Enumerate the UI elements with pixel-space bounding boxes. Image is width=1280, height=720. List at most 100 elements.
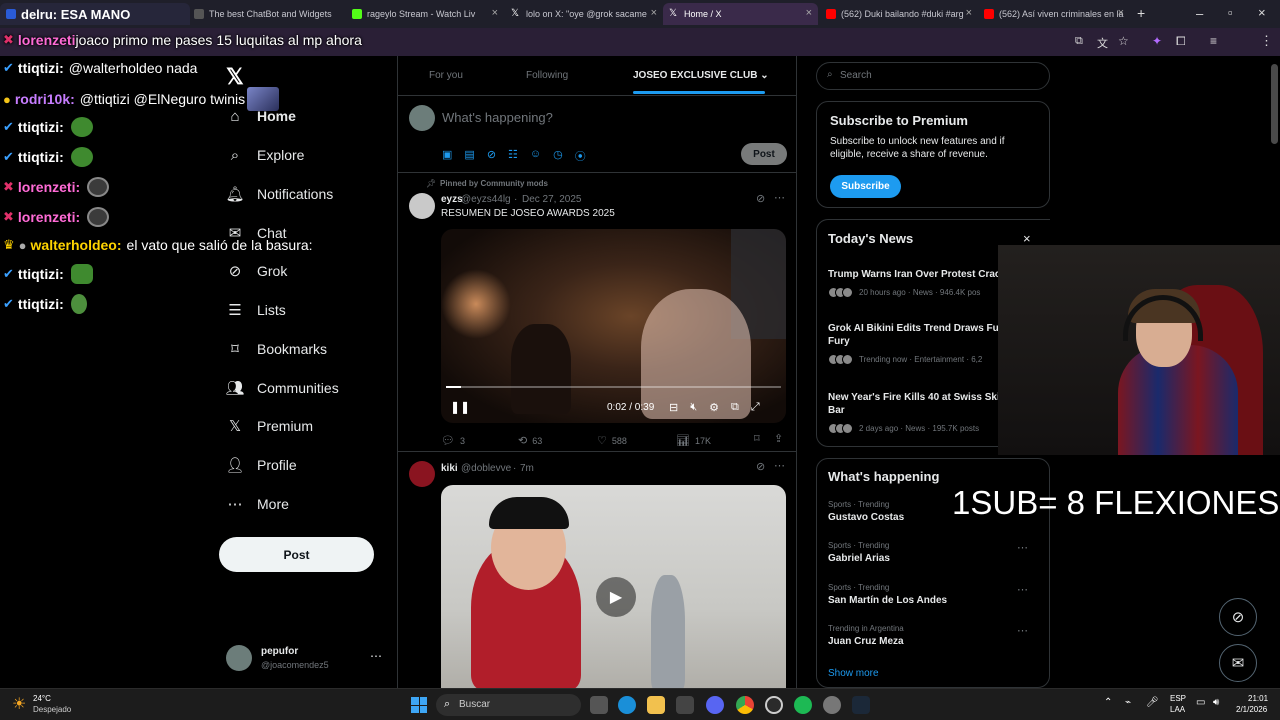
more-icon[interactable]: ⋯	[774, 459, 785, 472]
nav-profile[interactable]: 👤︎ Profile	[225, 450, 296, 480]
tab-for-you[interactable]: For you	[429, 70, 463, 81]
mute-icon[interactable]: 🔇︎	[690, 401, 697, 414]
close-tab-icon[interactable]: ×	[492, 7, 498, 19]
tab-criminales[interactable]: (562) Así viven criminales en la ×	[978, 3, 1130, 25]
close-tab-icon[interactable]: ×	[651, 7, 657, 19]
discord-icon[interactable]	[706, 696, 724, 714]
tab-following[interactable]: Following	[526, 70, 568, 81]
grok-icon[interactable]: ⊘	[756, 460, 765, 473]
captions-icon[interactable]: ⊟	[669, 401, 678, 414]
language-primary[interactable]: ESP	[1170, 694, 1186, 703]
video-progress-track[interactable]	[446, 386, 781, 388]
store-icon[interactable]	[676, 696, 694, 714]
weather-icon[interactable]: ☀	[12, 694, 26, 714]
obs-icon[interactable]	[765, 696, 783, 714]
grok-icon[interactable]: ⊘	[756, 192, 765, 205]
weather-desc[interactable]: Despejado	[33, 705, 71, 714]
chrome-icon[interactable]	[736, 696, 754, 714]
trend-item[interactable]: Sports · Trending San Martín de Los Ande…	[828, 583, 1038, 606]
more-icon[interactable]: ⋯	[1017, 541, 1028, 554]
tweet-pinned[interactable]: 📌︎ Pinned by Community mods eyzs @eyzs44…	[398, 174, 796, 452]
spotify-icon[interactable]	[794, 696, 812, 714]
post-button[interactable]: Post	[219, 537, 374, 572]
windows-start-icon[interactable]	[411, 697, 427, 713]
maximize-icon[interactable]: ▫	[1228, 5, 1233, 20]
nav-communities[interactable]: 👥︎ Communities	[225, 373, 338, 403]
nav-lists[interactable]: ☰ Lists	[226, 295, 286, 325]
tab-joseo-club[interactable]: JOSEO EXCLUSIVE CLUB ⌄	[633, 70, 769, 81]
nav-notifications[interactable]: 🔔︎ Notifications	[225, 179, 333, 209]
more-icon[interactable]: ⋯	[774, 191, 785, 204]
close-tab-icon[interactable]: ×	[806, 7, 812, 19]
settings-icon[interactable]: ⚙	[709, 401, 719, 414]
star-icon[interactable]: ☆	[1118, 34, 1129, 48]
nav-bookmarks[interactable]: ⌑ Bookmarks	[226, 334, 327, 364]
tab-chatbot[interactable]: The best ChatBot and Widgets	[188, 3, 346, 25]
trend-item[interactable]: Sports · Trending Gabriel Arias ⋯	[828, 541, 1038, 564]
close-icon[interactable]: ×	[1023, 231, 1031, 246]
reply-button[interactable]: 💬︎ 3	[441, 434, 465, 447]
tweet-author-name[interactable]: kiki	[441, 463, 458, 474]
clock-time[interactable]: 21:01	[1248, 694, 1268, 703]
nav-grok[interactable]: ⊘ Grok	[226, 256, 288, 286]
network-icon[interactable]: ⌁	[1125, 697, 1131, 708]
mail-icon[interactable]: ✉	[1219, 644, 1257, 682]
location-icon[interactable]: ⦿	[575, 148, 586, 164]
minimize-icon[interactable]: –	[1196, 6, 1203, 21]
search-box[interactable]: ⌕ Search	[816, 62, 1050, 90]
grok-icon[interactable]: ⊘	[1219, 598, 1257, 636]
chevron-up-icon[interactable]: ⌃	[1104, 697, 1112, 708]
close-window-icon[interactable]: ×	[1258, 5, 1266, 20]
close-tab-icon[interactable]: ×	[1118, 7, 1124, 19]
subscribe-button[interactable]: Subscribe	[830, 175, 901, 198]
tweet-date[interactable]: Dec 27, 2025	[522, 194, 582, 205]
tab-home-x[interactable]: 𝕏 Home / X ×	[663, 3, 818, 25]
repost-button[interactable]: ⟲ 63	[518, 434, 542, 447]
more-icon[interactable]: ⋯	[370, 649, 382, 663]
settings-icon[interactable]	[823, 696, 841, 714]
task-view-icon[interactable]	[590, 696, 608, 714]
sidebar-icon[interactable]: ≡	[1210, 34, 1217, 48]
poll-icon[interactable]: ☷	[508, 148, 518, 164]
file-explorer-icon[interactable]	[647, 696, 665, 714]
more-icon[interactable]: ⋯	[1017, 624, 1028, 637]
display-icon[interactable]: ▭	[1196, 697, 1205, 708]
gif-icon[interactable]: ▤	[464, 148, 474, 164]
fullscreen-icon[interactable]: ⤢	[751, 401, 760, 414]
tab-delru[interactable]: delru: ESA MANO	[0, 3, 190, 25]
account-switcher[interactable]: pepufor @joacomendez5 ⋯	[226, 644, 391, 674]
share-icon[interactable]: ⇪	[774, 432, 783, 445]
avatar[interactable]	[409, 193, 435, 219]
news-item[interactable]: New Year's Fire Kills 40 at Swiss Ski Ba…	[828, 391, 1000, 434]
avatar[interactable]	[409, 461, 435, 487]
image-icon[interactable]: ▣	[442, 148, 452, 164]
close-tab-icon[interactable]: ×	[966, 7, 972, 19]
extension-icon[interactable]: ✦	[1152, 34, 1162, 48]
show-more-link[interactable]: Show more	[828, 668, 879, 679]
like-button[interactable]: ♡ 588	[597, 434, 627, 447]
edge-icon[interactable]	[618, 696, 636, 714]
schedule-icon[interactable]: ◷	[553, 148, 563, 164]
tweet-video[interactable]: ❚❚ 0:02 / 0:39 ⊟ 🔇︎ ⚙ ⧉ ⤢	[441, 229, 786, 423]
play-icon[interactable]: ▶	[596, 577, 636, 617]
compose-post-button[interactable]: Post	[741, 143, 787, 165]
nav-premium[interactable]: 𝕏 Premium	[226, 411, 313, 441]
pause-icon[interactable]: ❚❚	[450, 400, 470, 414]
pip-icon[interactable]: ⧉	[731, 401, 739, 414]
tab-duki[interactable]: (562) Duki bailando #duki #arg ×	[820, 3, 978, 25]
taskbar-search[interactable]: ⌕ Buscar	[436, 694, 581, 716]
tweet-video[interactable]: ▶	[441, 485, 786, 690]
news-item[interactable]: Trump Warns Iran Over Protest Crac 20 ho…	[828, 268, 1000, 298]
translate-icon[interactable]: 文	[1097, 35, 1108, 51]
grok-icon[interactable]: ⊘	[487, 148, 496, 164]
trend-item[interactable]: Trending in Argentina Juan Cruz Meza ⋯	[828, 624, 1038, 647]
compose-input[interactable]: What's happening?	[442, 110, 553, 125]
more-icon[interactable]: ⋯	[1017, 583, 1028, 596]
emoji-icon[interactable]: ☺	[530, 148, 541, 164]
bookmark-icon[interactable]: ⌑	[754, 432, 760, 445]
tweet-kiki[interactable]: kiki @doblevve · 7m ⊘ ⋯ ▶	[398, 453, 796, 690]
new-tab-icon[interactable]: +	[1137, 5, 1145, 21]
install-icon[interactable]: ⧉	[1075, 35, 1083, 48]
menu-icon[interactable]: ⋮	[1260, 33, 1273, 49]
clock-date[interactable]: 2/1/2026	[1236, 705, 1267, 714]
